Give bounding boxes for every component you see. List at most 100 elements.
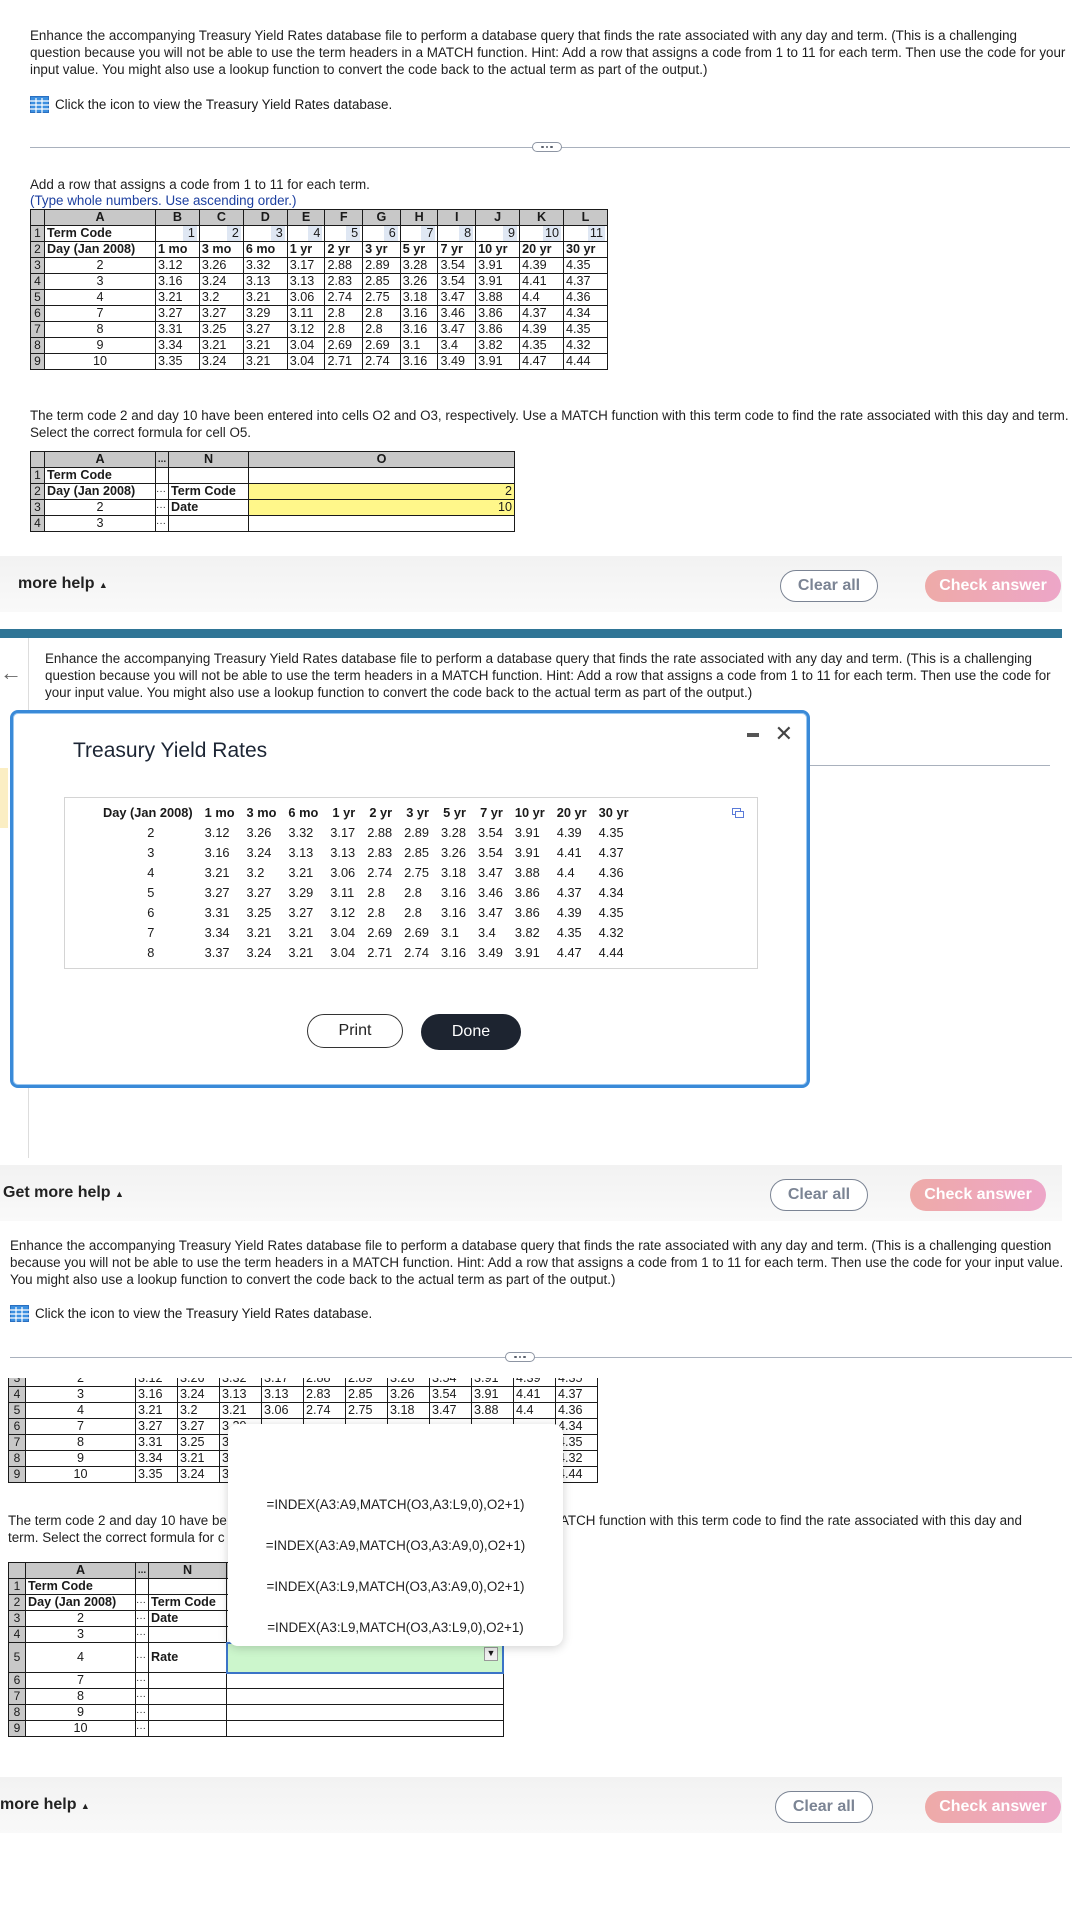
term-code-input[interactable]: 10 [542,226,561,241]
term-code-input[interactable]: 6 [383,226,398,241]
rate-cell: 3.27 [242,321,288,338]
term-header: 5 yr [399,241,439,258]
db-rate-cell: 4.34 [598,884,624,900]
db-row: 6 3.31 3.25 3.27 3.12 2.8 2.8 3.16 3.47 3.86 4.39 4… [103,902,635,922]
rate-cell: 3.21 [155,289,200,306]
db-rate-cell: 3.2 [246,864,265,880]
rate-cell: 3.26 [198,257,244,274]
footer-bar-2: Get more help ▲ Clear all Check answer [0,1165,1062,1221]
db-rate-cell: 3.13 [330,844,356,860]
db-rate-cell: 3.21 [288,924,314,940]
rate-cell: 3.24 [198,353,244,370]
db-rate-cell: 2.83 [367,844,393,860]
print-button[interactable]: Print [307,1014,403,1048]
cell-o3[interactable]: 10 [248,499,515,516]
rate-cell: 3.26 [399,273,439,290]
term-code-input[interactable]: 5 [346,226,361,241]
db-rate-cell: 3.21 [204,864,230,880]
rate-cell: 3.18 [387,1402,430,1419]
formula-option-4[interactable]: =INDEX(A3:L9,MATCH(O3,A3:L9,0),O2+1) [228,1620,563,1635]
db-rate-cell: 3.88 [514,864,540,880]
term-code-input[interactable]: 11 [587,226,605,241]
rate-cell: 2.69 [324,337,364,354]
clear-all-button-3[interactable]: Clear all [775,1791,873,1823]
db-day-cell: 2 [147,824,155,840]
rate-cell: 3.46 [437,305,477,322]
rate-cell: 2.69 [362,337,401,354]
formula-option-3[interactable]: =INDEX(A3:L9,MATCH(O3,A3:A9,0),O2+1) [228,1579,563,1594]
db-rate-cell: 2.75 [404,864,430,880]
back-arrow-icon[interactable]: ← [0,660,22,686]
db-day-cell: 5 [147,884,155,900]
rate-cell: 4.37 [563,273,608,290]
dropdown-caret-icon[interactable]: ▼ [484,1646,498,1661]
more-help-link-3[interactable]: more help ▲ [0,1796,90,1814]
rate-cell: 3.47 [429,1402,472,1419]
rate-cell: 3.04 [286,353,326,370]
rate-cell: 3.13 [261,1386,304,1403]
db-rate-cell: 3.54 [477,824,503,840]
db-rate-cell: 2.85 [404,844,430,860]
term-code-input[interactable]: 9 [503,226,518,241]
db-rate-cell: 3.04 [330,944,356,960]
check-answer-button-3[interactable]: Check answer [925,1791,1061,1823]
expand-handle-3[interactable] [505,1352,535,1362]
rate-cell: 3.35 [135,1466,178,1483]
step2-instruction-right: ATCH function with this term code to fin… [560,1513,1022,1528]
db-rate-cell: 3.34 [204,924,230,940]
db-rate-cell: 4.35 [598,904,624,920]
rate-cell: 3.21 [135,1402,178,1419]
check-answer-button-2[interactable]: Check answer [910,1179,1046,1211]
done-button[interactable]: Done [421,1014,521,1050]
formula-option-1[interactable]: =INDEX(A3:A9,MATCH(O3,A3:L9,0),O2+1) [228,1497,563,1512]
term-header: 1 yr [286,241,326,258]
rate-cell: 4.36 [555,1402,598,1419]
cell-o2[interactable]: 2 [248,483,515,500]
modal-title: Treasury Yield Rates [73,739,268,762]
term-code-input[interactable]: 3 [270,226,285,241]
table-row: 5 4 3.21 3.2 3.21 3.06 2.74 2.75 3.18 3.47 3.88 4.4… [8,1402,598,1419]
formula-option-2[interactable]: =INDEX(A3:A9,MATCH(O3,A3:A9,0),O2+1) [228,1538,563,1553]
close-icon[interactable]: ✕ [775,721,793,747]
rate-cell: 3.88 [475,289,521,306]
db-rate-cell: 2.8 [367,904,385,920]
term-code-input[interactable]: 1 [182,226,197,241]
term-code-input[interactable]: 7 [421,226,436,241]
get-more-help-link[interactable]: Get more help ▲ [3,1184,124,1202]
db-row: 5 3.27 3.27 3.29 3.11 2.8 2.8 3.16 3.46 3.86 4.37 4… [103,882,635,902]
database-link-row-3[interactable]: Click the icon to view the Treasury Yiel… [10,1305,372,1322]
db-column-header: 1 mo [204,805,235,820]
column-header: D [242,209,288,226]
database-link-row[interactable]: Click the icon to view the Treasury Yiel… [30,96,392,113]
check-answer-button[interactable]: Check answer [925,570,1061,602]
term-code-input[interactable]: 4 [308,226,323,241]
spreadsheet-icon[interactable] [10,1305,29,1322]
db-rate-cell: 4.39 [556,824,582,840]
db-rate-cell: 4.35 [598,824,624,840]
cell-o5-formula-select[interactable]: ▼ [225,1641,504,1674]
db-column-header: 10 yr [514,805,545,820]
rate-cell: 4.34 [563,305,608,322]
rate-cell: 3.13 [242,273,288,290]
minimize-icon[interactable] [747,733,759,737]
rate-cell: 3.13 [219,1386,262,1403]
db-rate-cell: 3.4 [477,924,496,940]
rate-cell: 2.74 [324,289,364,306]
db-day-cell: 7 [147,924,155,940]
copy-icon[interactable] [732,805,744,823]
term-code-input[interactable]: 2 [226,226,241,241]
clear-all-button[interactable]: Clear all [780,570,878,602]
db-rate-cell: 4.32 [598,924,624,940]
query-sheet-preview: A ... N O 1 Term Code 2 Day (Jan 2008) ··· T… [30,451,515,532]
rate-cell: 2.88 [324,257,364,274]
database-link-text: Click the icon to view the Treasury Yiel… [35,1306,373,1321]
db-rate-cell: 3.17 [330,824,356,840]
spreadsheet-icon[interactable] [30,96,49,113]
db-rate-cell: 4.35 [556,924,582,940]
more-help-link[interactable]: more help ▲ [18,575,108,593]
term-code-input[interactable]: 8 [459,226,474,241]
expand-handle[interactable] [532,142,562,152]
clear-all-button-2[interactable]: Clear all [770,1179,868,1211]
step2-instruction-left: The term code 2 and day 10 have be [8,1513,227,1528]
rate-cell: 4.37 [519,305,564,322]
